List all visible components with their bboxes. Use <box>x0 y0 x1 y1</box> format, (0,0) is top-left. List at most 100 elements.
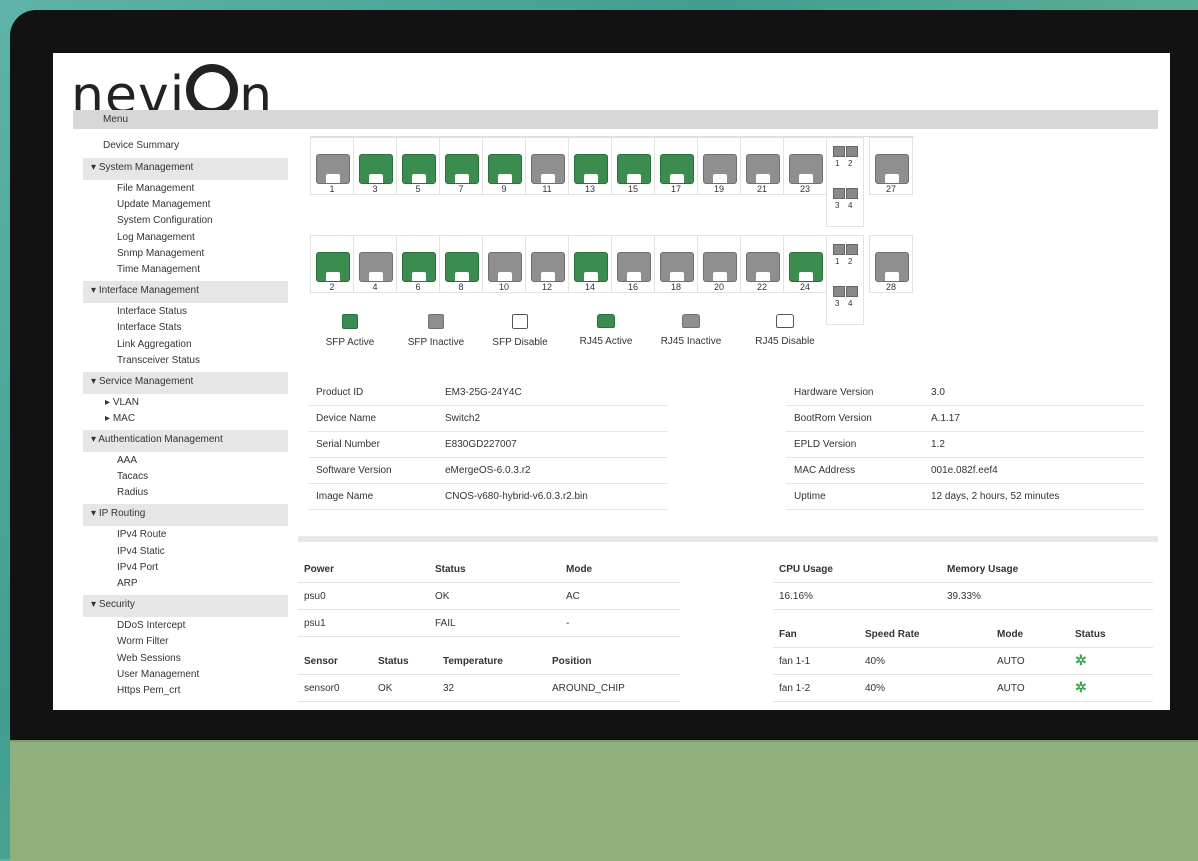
sidebar-item[interactable]: Update Management <box>83 198 288 214</box>
qsfp-cell[interactable]: 12 34 <box>826 235 864 325</box>
sfp-port-icon <box>617 154 651 184</box>
port-number: 18 <box>670 282 681 292</box>
port-cell[interactable]: 20 <box>697 235 741 293</box>
sidebar-item[interactable]: Radius <box>83 486 288 502</box>
port-cell[interactable]: 11 <box>525 137 569 195</box>
sidebar-item[interactable]: File Management <box>83 182 288 198</box>
sidebar-item[interactable]: Tacacs <box>83 470 288 486</box>
sidebar-item[interactable]: User Management <box>83 668 288 684</box>
sidebar-item[interactable]: DDoS Intercept <box>83 619 288 635</box>
table-row: psu0 OK AC <box>298 583 680 610</box>
port-cell[interactable]: 14 <box>568 235 612 293</box>
sidebar-group-header[interactable]: ▾ IP Routing <box>83 504 288 527</box>
sidebar-item[interactable]: Snmp Management <box>83 247 288 263</box>
port-cell[interactable]: 24 <box>783 235 827 293</box>
sidebar-item[interactable]: Interface Stats <box>83 321 288 337</box>
column-header: Status <box>435 564 466 575</box>
sidebar-item-label: Interface Stats <box>117 322 182 334</box>
info-row: EPLD Version 1.2 <box>786 432 1144 458</box>
sidebar-item[interactable]: ▸ MAC <box>83 412 288 428</box>
port-cell[interactable]: 8 <box>439 235 483 293</box>
qsfp-port-number: 2 <box>848 159 853 168</box>
sidebar-item-label: IPv4 Static <box>117 545 165 557</box>
legend-item: RJ45 Active <box>566 314 646 347</box>
legend-item: RJ45 Inactive <box>651 314 731 347</box>
table-cell: fan 1-2 <box>779 683 811 694</box>
port-cell[interactable]: 17 <box>654 137 698 195</box>
device-info-left: Product ID EM3-25G-24Y4C Device Name Switch… <box>308 380 668 510</box>
port-cell[interactable]: 7 <box>439 137 483 195</box>
info-value: E830GD227007 <box>445 439 517 450</box>
sidebar-item[interactable]: Time Management <box>83 263 288 279</box>
port-cell[interactable]: 16 <box>611 235 655 293</box>
info-value: EM3-25G-24Y4C <box>445 387 522 398</box>
info-row: BootRom Version A.1.17 <box>786 406 1144 432</box>
sidebar-item[interactable]: IPv4 Route <box>83 528 288 544</box>
port-number: 8 <box>458 282 464 292</box>
sfp-port-icon <box>875 252 909 282</box>
port-cell[interactable]: 18 <box>654 235 698 293</box>
menu-button[interactable]: Menu <box>103 114 128 125</box>
port-cell[interactable]: 22 <box>740 235 784 293</box>
sidebar-item[interactable]: AAA <box>83 454 288 470</box>
column-header: Status <box>378 656 409 667</box>
port-number: 3 <box>372 184 378 194</box>
legend-item: SFP Inactive <box>396 314 476 348</box>
sidebar-item[interactable]: Log Management <box>83 231 288 247</box>
sidebar-item[interactable]: ARP <box>83 577 288 593</box>
sfp-port-icon <box>488 252 522 282</box>
port-cell[interactable]: 2 <box>310 235 354 293</box>
sidebar-item[interactable]: Transceiver Status <box>83 354 288 370</box>
sidebar-item-label: Time Management <box>117 263 200 275</box>
sfp-port-icon <box>789 252 823 282</box>
sidebar-group-header[interactable]: ▾ Authentication Management <box>83 429 288 452</box>
sidebar-group-label: IP Routing <box>98 508 146 520</box>
port-cell[interactable]: 1 <box>310 137 354 195</box>
port-number: 22 <box>756 282 767 292</box>
qsfp-cell[interactable]: 12 34 <box>826 137 864 227</box>
port-cell[interactable]: 21 <box>740 137 784 195</box>
port-cell[interactable]: 15 <box>611 137 655 195</box>
sidebar-item[interactable]: System Configuration <box>83 214 288 230</box>
sidebar-group-header[interactable]: ▾ Security <box>83 595 288 618</box>
port-cell[interactable]: 27 <box>869 137 913 195</box>
table-header-row: Sensor Status Temperature Position <box>298 648 680 675</box>
port-cell[interactable]: 10 <box>482 235 526 293</box>
port-cell[interactable]: 28 <box>869 235 913 293</box>
port-cell[interactable]: 9 <box>482 137 526 195</box>
desk-surface <box>10 740 1198 861</box>
sidebar-group-header[interactable]: ▾ System Management <box>83 158 288 180</box>
sfp-port-icon <box>531 154 565 184</box>
sidebar-device-summary[interactable]: Device Summary <box>83 136 288 156</box>
table-cell: - <box>566 618 570 629</box>
sidebar-item[interactable]: IPv4 Port <box>83 561 288 577</box>
sidebar-group-header[interactable]: ▾ Service Management <box>83 371 288 394</box>
info-row: Image Name CNOS-v680-hybrid-v6.0.3.r2.bin <box>308 484 668 510</box>
sidebar-item[interactable]: ▸ VLAN <box>83 396 288 412</box>
sidebar-item[interactable]: IPv4 Static <box>83 545 288 561</box>
sidebar-item[interactable]: Web Sessions <box>83 652 288 668</box>
port-cell[interactable]: 12 <box>525 235 569 293</box>
info-row: MAC Address 001e.082f.eef4 <box>786 458 1144 484</box>
sidebar-item[interactable]: Worm Filter <box>83 635 288 651</box>
info-value: 3.0 <box>931 387 945 398</box>
qsfp-port-icon <box>846 188 858 199</box>
port-cell[interactable]: 23 <box>783 137 827 195</box>
sidebar-item[interactable]: Interface Status <box>83 305 288 321</box>
info-key: Image Name <box>316 491 374 502</box>
sidebar-item[interactable]: Https Pem_crt <box>83 684 288 700</box>
port-cell[interactable]: 19 <box>697 137 741 195</box>
port-cell[interactable]: 13 <box>568 137 612 195</box>
table-cell: 39.33% <box>947 591 981 602</box>
column-header: CPU Usage <box>779 564 833 575</box>
port-cell[interactable]: 6 <box>396 235 440 293</box>
qsfp-port-number: 1 <box>835 159 840 168</box>
qsfp-port-icon <box>846 146 858 157</box>
sfp-legend-icon <box>428 314 444 329</box>
port-cell[interactable]: 4 <box>353 235 397 293</box>
qsfp-port-number: 1 <box>835 257 840 266</box>
sidebar-item[interactable]: Link Aggregation <box>83 338 288 354</box>
sidebar-group-header[interactable]: ▾ Interface Management <box>83 281 288 304</box>
port-cell[interactable]: 5 <box>396 137 440 195</box>
port-cell[interactable]: 3 <box>353 137 397 195</box>
